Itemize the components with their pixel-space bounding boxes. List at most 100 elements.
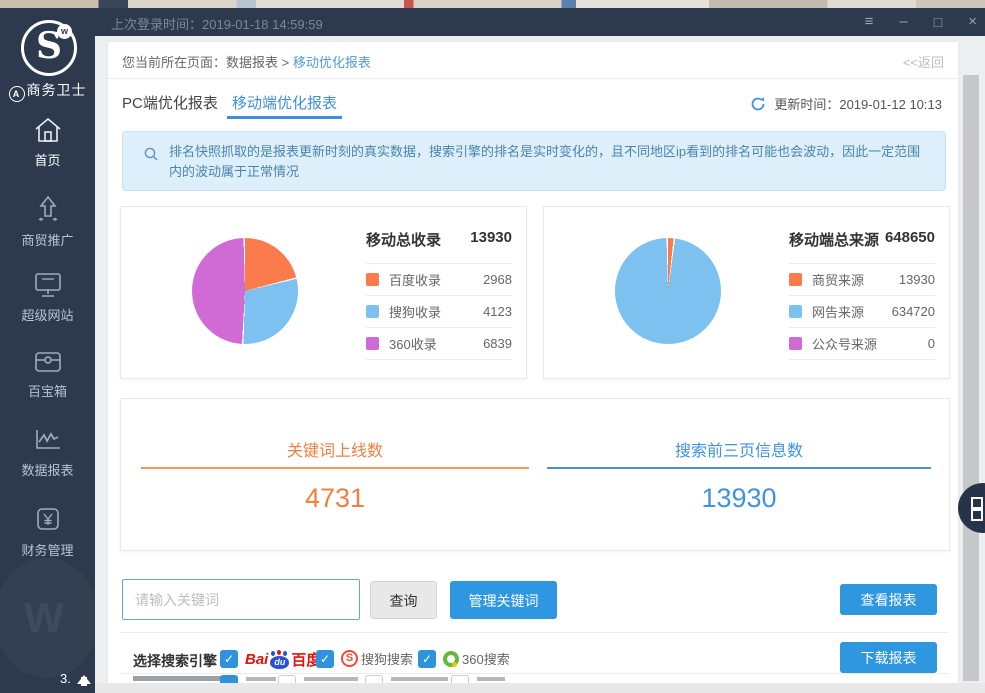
sidebar-item-home[interactable]: 首页 (0, 116, 95, 169)
toolbox-icon (34, 352, 61, 372)
refresh-icon[interactable] (750, 96, 766, 112)
legend: 移动端总来源 648650 商贸来源 13930 网告来源 634720 公众号… (789, 229, 935, 360)
clipped-checkbox[interactable] (220, 675, 238, 683)
window-bottom-edge (95, 683, 985, 693)
app-window: S w A 商务卫士 首页 商贸推广 超级网站 百宝箱 数据报表 财务管理 W … (0, 0, 985, 693)
checkbox-baidu[interactable]: ✓ (220, 650, 238, 668)
divider (120, 673, 948, 674)
brand-name: 商务卫士 (26, 82, 87, 98)
active-tab-underline (227, 116, 342, 119)
legend-row: 搜狗收录 4123 (366, 296, 512, 328)
sidebar-item-website[interactable]: 超级网站 (0, 271, 95, 324)
update-time: 更新时间：2019-01-12 10:13 (774, 97, 942, 112)
clipped-checkbox[interactable] (365, 675, 383, 683)
main-panel: 您当前所在页面：数据报表 > 移动优化报表 <<返回 PC端优化报表 移动端优化… (108, 42, 958, 683)
back-link[interactable]: <<返回 (903, 52, 944, 71)
stat-underline-orange (141, 467, 529, 469)
sidebar-item-finance[interactable]: 财务管理 (0, 504, 95, 559)
minimize-icon[interactable]: – (899, 8, 907, 36)
legend-row: 360收录 6839 (366, 328, 512, 360)
legend-total: 13930 (470, 229, 512, 246)
legend-row: 公众号来源 0 (789, 328, 935, 360)
monitor-icon (34, 273, 61, 297)
swatch-webad (789, 305, 802, 318)
stat-value-top3-pages: 13930 (701, 483, 777, 513)
brand: A 商务卫士 (0, 80, 95, 102)
breadcrumb-current: 移动优化报表 (292, 55, 371, 70)
card-mobile-index: 移动总收录 13930 百度收录 2968 搜狗收录 4123 360收录 68… (120, 206, 527, 379)
swatch-wechat (789, 337, 802, 350)
checkbox-360[interactable]: ✓ (418, 650, 436, 668)
menu-icon[interactable]: ≡ (865, 8, 874, 36)
notice-text: 排名快照抓取的是报表更新时刻的真实数据，搜索引擎的排名是实时变化的，且不同地区i… (169, 144, 921, 179)
sidebar-item-reports[interactable]: 数据报表 (0, 426, 95, 479)
engine-baidu: Bai du 百度 (245, 650, 322, 669)
titlebar: 上次登录时间：2019-01-18 14:59:59 ≡ – □ × (95, 8, 985, 36)
query-button[interactable]: 查询 (370, 581, 437, 619)
legend: 移动总收录 13930 百度收录 2968 搜狗收录 4123 360收录 68… (366, 229, 512, 360)
legend-title: 移动端总来源 (789, 232, 880, 249)
sidebar-item-toolbox[interactable]: 百宝箱 (0, 349, 95, 400)
legend-row: 网告来源 634720 (789, 296, 935, 328)
breadcrumb-section[interactable]: 数据报表 (226, 55, 278, 70)
app-logo-icon: S w (21, 20, 77, 76)
stat-title-keywords-online: 关键词上线数 (286, 443, 383, 460)
maximize-icon[interactable]: □ (934, 8, 942, 36)
clipped-checkbox[interactable] (278, 675, 296, 683)
tab-mobile-report[interactable]: 移动端优化报表 (232, 92, 337, 113)
promotion-arrows-icon (38, 195, 57, 221)
clipped-checkbox[interactable] (451, 675, 469, 683)
version-label: 3. (60, 670, 71, 686)
report-chart-icon (35, 430, 60, 449)
clipped-option-row (108, 675, 936, 683)
qr-code-icon (971, 497, 985, 521)
magnifier-icon (144, 147, 158, 161)
sidebar-item-promotion[interactable]: 商贸推广 (0, 194, 95, 249)
download-report-button[interactable]: 下载报表 (840, 642, 937, 673)
divider (108, 78, 958, 79)
stat-title-top3-pages: 搜索前三页信息数 (674, 443, 803, 460)
version-upgrade[interactable]: 3. (60, 668, 93, 688)
card-mobile-sources: 移动端总来源 648650 商贸来源 13930 网告来源 634720 公众号… (543, 206, 950, 379)
swatch-baidu (366, 273, 379, 286)
home-icon (34, 117, 61, 142)
update-time-row: 更新时间：2019-01-12 10:13 (750, 94, 942, 113)
baidu-paw-icon: du (269, 650, 290, 669)
pie-chart-mobile-sources (615, 238, 721, 344)
swatch-business (789, 273, 802, 286)
keyword-input[interactable] (122, 579, 360, 620)
view-report-button[interactable]: 查看报表 (840, 584, 937, 615)
background-window-sliver (0, 0, 985, 8)
legend-title: 移动总收录 (366, 232, 442, 249)
card-keyword-stats: 关键词上线数 搜索前三页信息数 4731 13930 (120, 398, 950, 551)
breadcrumb: 您当前所在页面：数据报表 > 移动优化报表 (122, 55, 371, 70)
pie-chart-mobile-index (192, 238, 298, 344)
swatch-sogou (366, 305, 379, 318)
legend-row: 商贸来源 13930 (789, 264, 935, 296)
engine-sogou: S 搜狗搜索 (341, 649, 413, 668)
notice-banner: 排名快照抓取的是报表更新时刻的真实数据，搜索引擎的排名是实时变化的，且不同地区i… (122, 131, 946, 191)
360-logo-icon (443, 650, 459, 667)
checkbox-sogou[interactable]: ✓ (316, 650, 334, 668)
watermark-shield: W (0, 558, 99, 678)
baidu-logo-text: Bai (245, 651, 269, 668)
scrollbar-thumb[interactable] (963, 75, 979, 681)
divider (120, 632, 948, 633)
tab-pc-report[interactable]: PC端优化报表 (122, 92, 218, 113)
sidebar: S w A 商务卫士 首页 商贸推广 超级网站 百宝箱 数据报表 财务管理 W … (0, 8, 95, 693)
upgrade-arrow-icon (75, 668, 93, 688)
sogou-logo-icon: S (341, 650, 358, 667)
close-icon[interactable]: × (968, 8, 977, 36)
clipped-row-label (133, 676, 221, 681)
engine-select-label: 选择搜索引擎 (133, 653, 217, 669)
legend-total: 648650 (884, 229, 935, 246)
engine-360: 360搜索 (443, 649, 510, 668)
brand-shield-icon: A (8, 86, 25, 102)
last-login-time: 上次登录时间：2019-01-18 14:59:59 (111, 17, 323, 32)
legend-row: 百度收录 2968 (366, 264, 512, 296)
swatch-360 (366, 337, 379, 350)
stat-underline-blue (547, 467, 931, 469)
finance-icon (36, 508, 59, 530)
stat-value-keywords-online: 4731 (304, 483, 366, 513)
manage-keywords-button[interactable]: 管理关键词 (450, 581, 557, 619)
